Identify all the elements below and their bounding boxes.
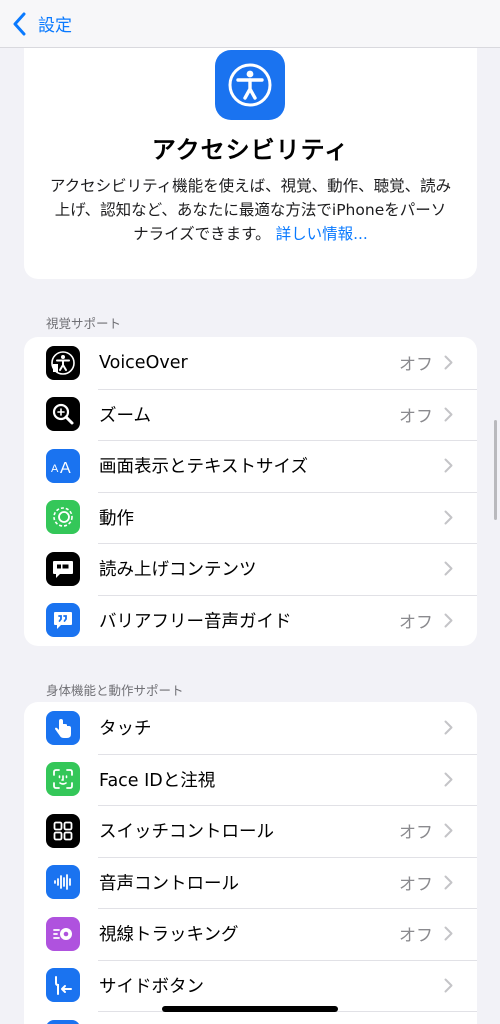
- row-label: VoiceOver: [99, 352, 188, 373]
- eye-tracking-icon: [46, 916, 80, 951]
- row-label: バリアフリー音声ガイド: [99, 611, 292, 632]
- row-spoken-content[interactable]: 読み上げコンテンツ: [24, 543, 477, 595]
- hero-description-line-3: ナライズできます。 詳しい情報...: [44, 222, 457, 246]
- accessibility-hero-card: アクセシビリティ アクセシビリティ機能を使えば、視覚、動作、聴覚、読み 上げ、認…: [24, 48, 477, 279]
- hero-description-text: ナライズできます。: [133, 225, 271, 243]
- svg-text:A: A: [51, 463, 59, 475]
- row-label: 読み上げコンテンツ: [99, 560, 257, 581]
- zoom-icon: [46, 397, 80, 432]
- learn-more-link[interactable]: 詳しい情報...: [276, 225, 368, 243]
- row-value: オフ: [399, 355, 433, 376]
- accessibility-icon: [215, 50, 285, 120]
- touch-icon: [46, 710, 80, 745]
- row-partial-next[interactable]: [24, 1011, 477, 1024]
- row-touch[interactable]: タッチ: [24, 702, 477, 754]
- hero-description: アクセシビリティ機能を使えば、視覚、動作、聴覚、読み 上げ、認知など、あなたに最…: [44, 174, 457, 246]
- spoken-content-icon: [46, 551, 80, 586]
- row-label: Face IDと注視: [99, 770, 216, 791]
- settings-scroll-area[interactable]: アクセシビリティ アクセシビリティ機能を使えば、視覚、動作、聴覚、読み 上げ、認…: [0, 48, 500, 1024]
- row-zoom[interactable]: ズーム オフ: [24, 388, 477, 441]
- row-label: 画面表示とテキストサイズ: [99, 457, 308, 478]
- row-side-button[interactable]: サイドボタン: [24, 959, 477, 1012]
- chevron-right-icon: [444, 772, 453, 787]
- chevron-right-icon: [444, 823, 453, 838]
- svg-text:A: A: [60, 460, 71, 477]
- chevron-right-icon: [444, 355, 453, 370]
- row-label: サイドボタン: [99, 976, 204, 997]
- side-button-icon: [46, 968, 80, 1003]
- row-voiceover[interactable]: VoiceOver オフ: [24, 337, 477, 389]
- row-display-text-size[interactable]: A A 画面表示とテキストサイズ: [24, 440, 477, 492]
- physical-settings-group: タッチ Face IDと注視 スイッチコントロール オフ 音声コントロール オフ…: [24, 702, 477, 1024]
- row-label: 動作: [99, 508, 134, 529]
- chevron-right-icon: [444, 720, 453, 735]
- row-motion[interactable]: 動作: [24, 491, 477, 544]
- row-eye-tracking[interactable]: 視線トラッキング オフ: [24, 908, 477, 960]
- back-button[interactable]: 設定: [12, 11, 72, 36]
- scrollbar[interactable]: [494, 420, 497, 520]
- row-label: タッチ: [99, 719, 152, 740]
- chevron-left-icon: [13, 12, 26, 35]
- section-header-vision: 視覚サポート: [46, 316, 122, 331]
- chevron-right-icon: [444, 613, 453, 628]
- hero-description-line-1: アクセシビリティ機能を使えば、視覚、動作、聴覚、読み: [49, 177, 452, 195]
- face-id-icon: [46, 762, 80, 797]
- row-face-id-attention[interactable]: Face IDと注視: [24, 753, 477, 806]
- row-voice-control[interactable]: 音声コントロール オフ: [24, 856, 477, 909]
- chevron-right-icon: [444, 978, 453, 993]
- home-indicator[interactable]: [162, 1006, 338, 1012]
- page-title: アクセシビリティ: [151, 136, 350, 164]
- row-value: オフ: [399, 874, 433, 895]
- chevron-right-icon: [444, 875, 453, 890]
- row-switch-control[interactable]: スイッチコントロール オフ: [24, 805, 477, 857]
- row-label: ズーム: [99, 405, 151, 426]
- partial-row-icon: [46, 1019, 80, 1024]
- motion-icon: [46, 500, 80, 535]
- row-audio-descriptions[interactable]: バリアフリー音声ガイド オフ: [24, 594, 477, 647]
- chevron-right-icon: [444, 407, 453, 422]
- section-header-physical-motor: 身体機能と動作サポート: [46, 683, 184, 698]
- vision-settings-group: VoiceOver オフ ズーム オフ A A 画面表示とテキストサイズ 動作 …: [24, 337, 477, 646]
- row-value: オフ: [399, 406, 433, 427]
- voice-control-icon: [46, 865, 80, 900]
- row-value: オフ: [399, 612, 433, 633]
- voiceover-icon: [46, 345, 80, 380]
- row-value: オフ: [399, 823, 433, 844]
- row-label: 音声コントロール: [99, 873, 239, 894]
- audio-description-icon: [46, 603, 80, 638]
- chevron-right-icon: [444, 926, 453, 941]
- back-label: 設定: [38, 16, 72, 36]
- switch-control-icon: [46, 813, 80, 848]
- row-value: オフ: [399, 926, 433, 947]
- navigation-bar: 設定: [0, 0, 500, 48]
- row-label: スイッチコントロール: [99, 822, 274, 843]
- chevron-right-icon: [444, 561, 453, 576]
- hero-description-line-2: 上げ、認知など、あなたに最適な方法でiPhoneをパーソ: [54, 201, 447, 219]
- chevron-right-icon: [444, 458, 453, 473]
- text-size-icon: A A: [46, 448, 80, 483]
- row-label: 視線トラッキング: [99, 925, 239, 946]
- chevron-right-icon: [444, 510, 453, 525]
